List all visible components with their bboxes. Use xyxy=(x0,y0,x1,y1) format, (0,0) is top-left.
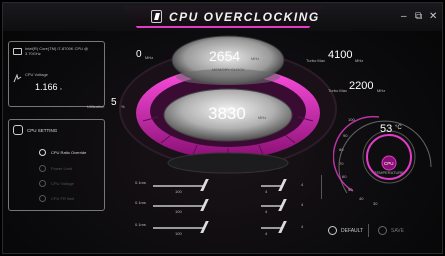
turbo-max-unit-2: MHz xyxy=(377,88,386,93)
close-button[interactable]: ✕ xyxy=(429,11,437,22)
temperature-tick: 90 xyxy=(343,133,348,138)
temperature-caption: TEMPERATURE xyxy=(374,170,404,175)
turbo-max-unit-1: MHz xyxy=(355,58,364,63)
setting-item-icon xyxy=(39,165,46,172)
temperature-value: 53 xyxy=(380,123,393,135)
restore-button[interactable]: ⧉ xyxy=(415,11,422,22)
cpu-frequency-value: 3830 xyxy=(208,104,246,123)
slider-right-value: 4 xyxy=(301,202,304,207)
voltage-unit: v xyxy=(60,86,62,91)
slider-track[interactable] xyxy=(153,185,205,187)
slider-right-value: 4 xyxy=(301,182,304,187)
slider-mid-value-2: 4 xyxy=(265,189,268,194)
setting-item[interactable]: CPU Voltage xyxy=(51,181,74,186)
memory-clock-unit: MHz xyxy=(251,56,260,61)
temperature-tick: 80 xyxy=(339,147,344,152)
slider-row xyxy=(133,181,313,197)
setting-item-icon xyxy=(39,149,46,156)
slider-value: 100 xyxy=(175,231,182,236)
app-title: CPU OVERCLOCKING xyxy=(169,10,320,24)
utilization-value: 5 xyxy=(111,97,117,108)
cpu-chip-label: CPU xyxy=(384,161,394,166)
turbo-max-value-2: 2200 xyxy=(349,80,374,92)
slider-value: 100 xyxy=(175,209,182,214)
memory-clock-value: 2654 xyxy=(209,48,241,64)
slider-mid-value-2: 4 xyxy=(265,231,268,236)
monitor-icon xyxy=(13,48,22,55)
cpu-frequency-unit: MHz xyxy=(258,115,267,120)
slider-label: 0.1ms xyxy=(135,222,146,227)
temperature-tick: 50 xyxy=(348,187,353,192)
voltage-label: CPU Voltage xyxy=(25,72,48,77)
cpu-name: Intel(R) Core(TM) i7-8700K CPU @ 3.70GHz xyxy=(25,46,89,56)
memory-clock-caption: MEMORY CLOCK xyxy=(212,67,245,72)
temperature-tick: 40 xyxy=(359,196,364,201)
slider-label: 0.1ms xyxy=(135,200,146,205)
setting-item[interactable]: Power Limit xyxy=(51,166,72,171)
button-divider xyxy=(368,224,369,237)
utilization-unit: % xyxy=(121,104,125,109)
app-logo-icon xyxy=(151,10,162,23)
base-clock-unit: MHz xyxy=(145,55,154,60)
setting-item-icon xyxy=(39,180,46,187)
temperature-unit: °C xyxy=(395,125,402,131)
slider-mid-value-2: 4 xyxy=(265,209,268,214)
slider-label: 0.1ms xyxy=(135,180,146,185)
temperature-tick: 30 xyxy=(373,201,378,206)
chip-icon xyxy=(13,125,23,135)
temperature-tick: 60 xyxy=(342,174,347,179)
temperature-tick: 100 xyxy=(348,117,355,122)
setting-item[interactable]: CPU FR limit xyxy=(51,196,74,201)
temperature-tick: 70 xyxy=(339,161,344,166)
slider-row xyxy=(133,201,313,217)
slider-track[interactable] xyxy=(153,227,205,229)
default-button[interactable]: DEFAULT xyxy=(341,228,363,234)
turbo-max-label-1: Turbo Max xyxy=(306,58,325,63)
cpu-info-panel: Intel(R) Core(TM) i7-8700K CPU @ 3.70GHz… xyxy=(8,41,105,107)
voltage-icon xyxy=(13,70,22,83)
save-button[interactable]: SAVE xyxy=(391,228,404,234)
setting-item-icon xyxy=(39,195,46,202)
turbo-max-value-1: 4100 xyxy=(328,49,353,61)
cpu-setting-header: CPU SETTING xyxy=(27,128,58,133)
voltage-value: 1.166 xyxy=(35,82,58,92)
slider-right-value: 4 xyxy=(301,224,304,229)
turbo-max-label-2: Turbo Max xyxy=(328,88,347,93)
app-window: CPU OVERCLOCKING – ⧉ ✕ Intel(R) Core(TM)… xyxy=(2,2,443,254)
utilization-label: Utilization xyxy=(87,104,105,109)
save-icon[interactable] xyxy=(378,226,387,235)
temperature-dial xyxy=(333,115,432,194)
setting-item[interactable]: CPU Ratio Override xyxy=(51,150,86,155)
minimize-button[interactable]: – xyxy=(401,11,407,22)
slider-value: 100 xyxy=(175,189,182,194)
default-icon[interactable] xyxy=(328,226,337,235)
slider-track[interactable] xyxy=(153,205,205,207)
slider-row xyxy=(133,223,313,239)
divider xyxy=(321,175,322,199)
base-clock-value: 0 xyxy=(136,49,142,60)
